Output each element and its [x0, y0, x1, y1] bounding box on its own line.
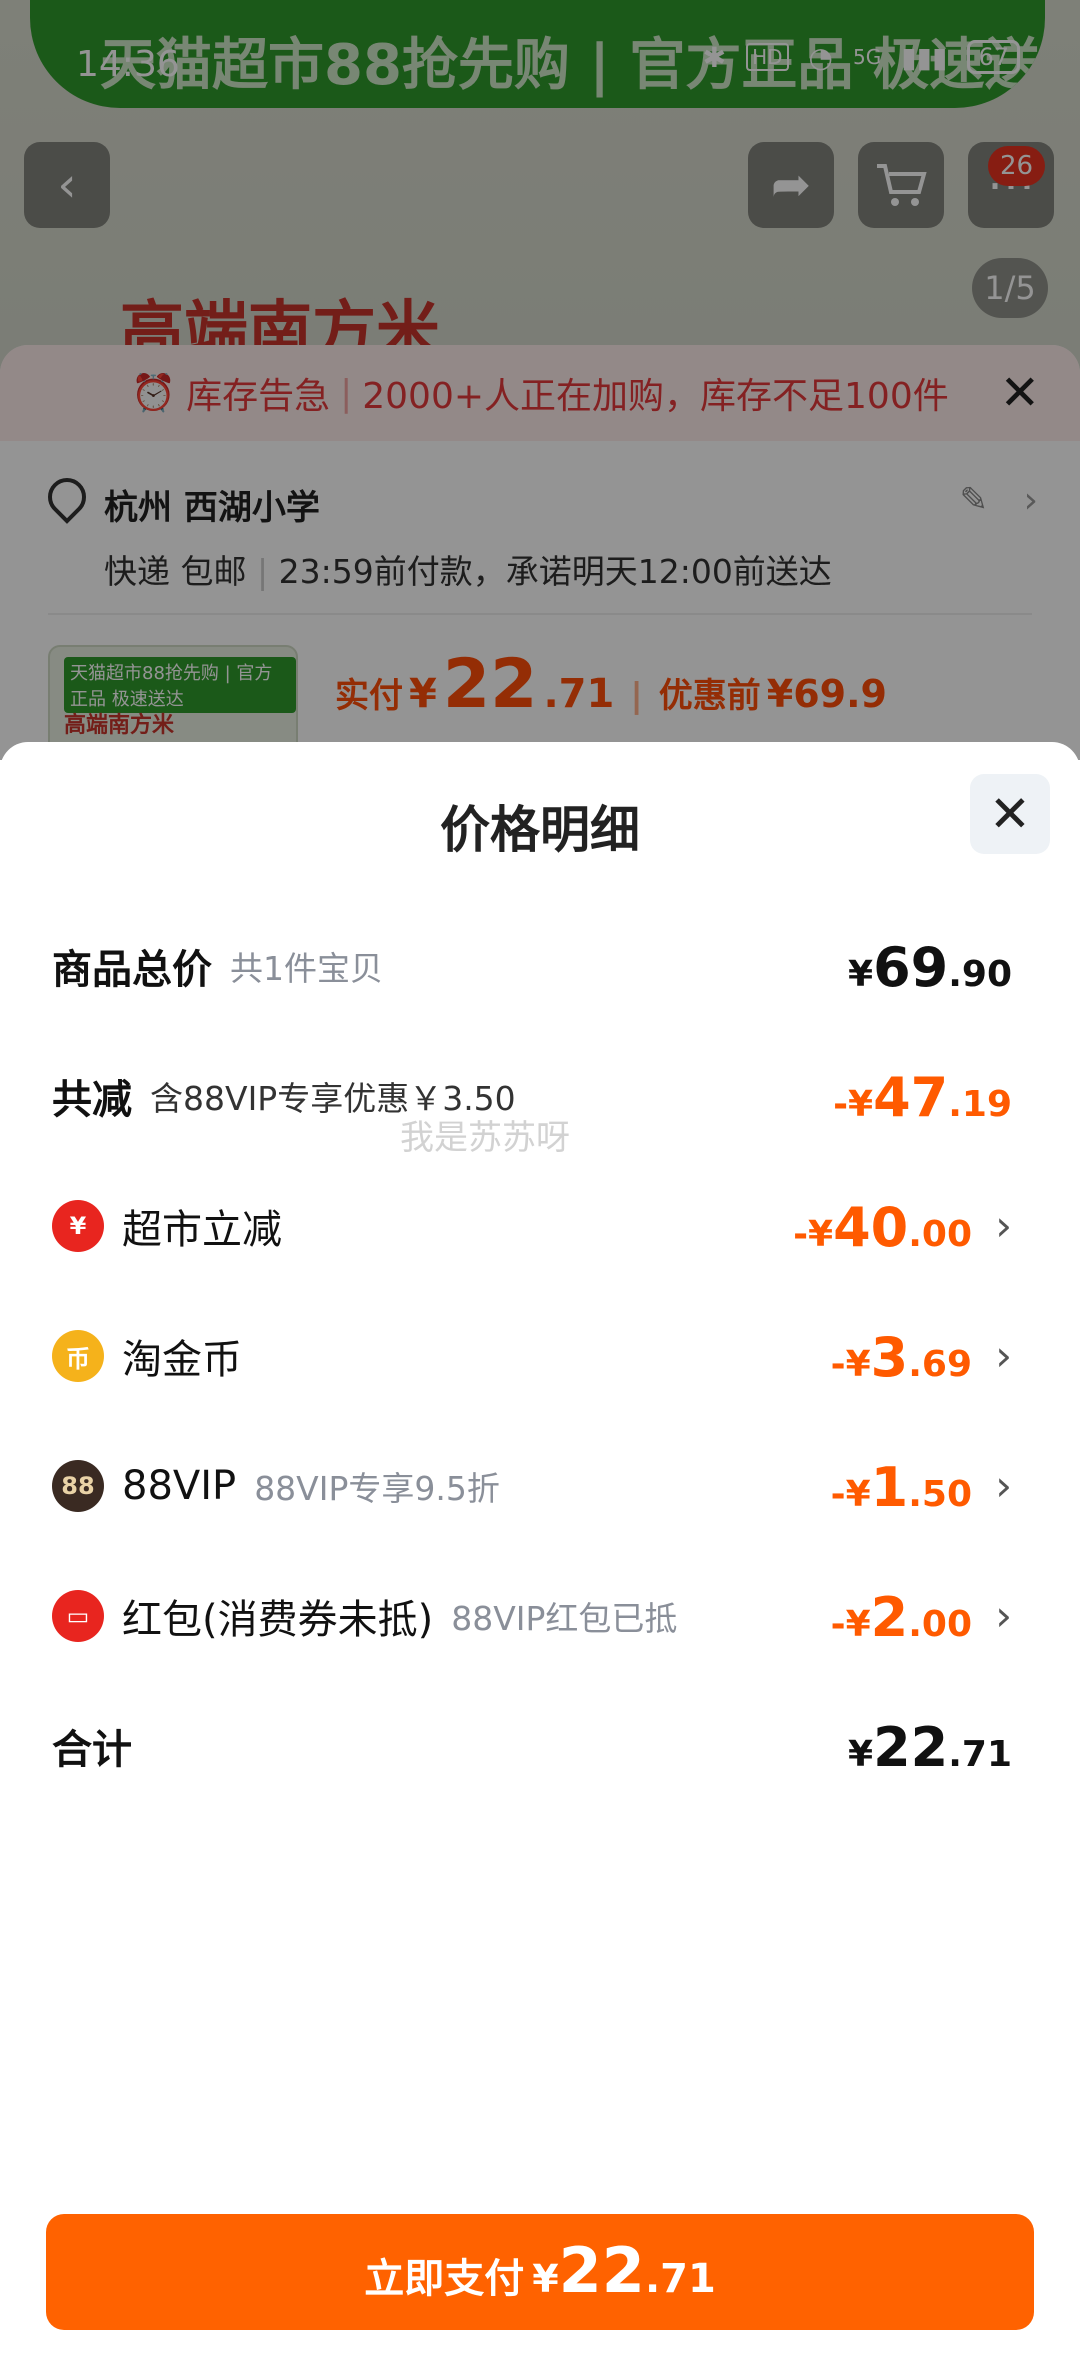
amount-integer: 3 [870, 1326, 909, 1389]
amount-integer: 69 [873, 936, 949, 999]
amount-decimal: .90 [948, 954, 1012, 995]
amount-integer: 22 [873, 1716, 949, 1779]
row-total-price: 商品总价 共1件宝贝 ¥ 69 .90 [52, 926, 1012, 1006]
row-amount: -¥ 40 .00 [793, 1186, 972, 1266]
row-amount: -¥ 3 .69 [831, 1316, 972, 1396]
row-amount: -¥ 2 .00 [831, 1576, 972, 1656]
currency: ¥ [848, 954, 874, 995]
pay-decimal: .71 [644, 2256, 716, 2302]
row-amount: -¥ 47 .19 [833, 1056, 1012, 1136]
close-button[interactable]: ✕ [970, 774, 1050, 854]
row-red-packet[interactable]: ▭ 红包(消费券未抵) 88VIP红包已抵 -¥ 2 .00 › [52, 1576, 1012, 1656]
currency: -¥ [830, 1344, 871, 1385]
row-label: 共减 [52, 1077, 132, 1123]
row-taojinbi[interactable]: 币 淘金币 -¥ 3 .69 › [52, 1316, 1012, 1396]
currency: -¥ [830, 1474, 871, 1515]
row-amount: -¥ 1 .50 [831, 1446, 972, 1526]
row-sub: 共1件宝贝 [230, 949, 383, 988]
amount-integer: 40 [833, 1196, 909, 1259]
watermark: 我是苏苏呀 [400, 1118, 570, 1158]
amount-integer: 2 [870, 1586, 909, 1649]
amount-decimal: .50 [908, 1474, 972, 1515]
pay-currency: ¥ [532, 2257, 559, 2301]
row-amount: ¥ 22 .71 [848, 1706, 1012, 1786]
currency: ¥ [848, 1734, 874, 1775]
page: 天猫超市88抢先购 | 官方正品 极速送达 高端南方米 ‹ ➦ ⋯ 26 1/5… [0, 0, 1080, 2376]
amount-decimal: .71 [948, 1734, 1012, 1775]
row-label: 淘金币 [122, 1337, 242, 1383]
row-label: 合计 [52, 1727, 132, 1773]
amount-integer: 47 [873, 1066, 949, 1129]
overlay-dim[interactable] [0, 0, 1080, 760]
coin-icon: 币 [52, 1330, 104, 1382]
amount-integer: 1 [870, 1456, 909, 1519]
close-icon: ✕ [989, 785, 1031, 843]
row-88vip[interactable]: 88 88VIP 88VIP专享9.5折 -¥ 1 .50 › [52, 1446, 1012, 1526]
row-amount: ¥ 69 .90 [848, 926, 1012, 1006]
amount-decimal: .00 [908, 1604, 972, 1645]
amount-decimal: .19 [948, 1084, 1012, 1125]
amount-decimal: .69 [908, 1344, 972, 1385]
chevron-right-icon: › [995, 1201, 1012, 1250]
row-label: 超市立减 [122, 1207, 282, 1253]
row-supermarket-discount[interactable]: ¥ 超市立减 -¥ 40 .00 › [52, 1186, 1012, 1266]
currency: -¥ [793, 1214, 834, 1255]
chevron-right-icon: › [995, 1461, 1012, 1510]
red-packet-icon: ▭ [52, 1590, 104, 1642]
pay-now-button[interactable]: 立即支付 ¥ 22 .71 [46, 2214, 1034, 2330]
pay-integer: 22 [558, 2234, 645, 2307]
yen-coupon-icon: ¥ [52, 1200, 104, 1252]
chevron-right-icon: › [995, 1591, 1012, 1640]
row-label: 红包(消费券未抵) [122, 1597, 434, 1643]
amount-decimal: .00 [908, 1214, 972, 1255]
currency: -¥ [833, 1084, 874, 1125]
price-detail-panel: 价格明细 ✕ 商品总价 共1件宝贝 ¥ 69 .90 共减 含88VIP专享优惠… [0, 742, 1080, 2376]
chevron-right-icon: › [995, 1331, 1012, 1380]
row-label: 88VIP [122, 1463, 237, 1509]
panel-title: 价格明细 [440, 801, 640, 859]
row-sub: 88VIP红包已抵 [451, 1599, 678, 1638]
row-sub: 88VIP专享9.5折 [254, 1469, 500, 1508]
row-grand-total: 合计 ¥ 22 .71 [52, 1706, 1012, 1786]
row-label: 商品总价 [52, 947, 212, 993]
88vip-icon: 88 [52, 1460, 104, 1512]
currency: -¥ [830, 1604, 871, 1645]
pay-label: 立即支付 [364, 2256, 525, 2302]
